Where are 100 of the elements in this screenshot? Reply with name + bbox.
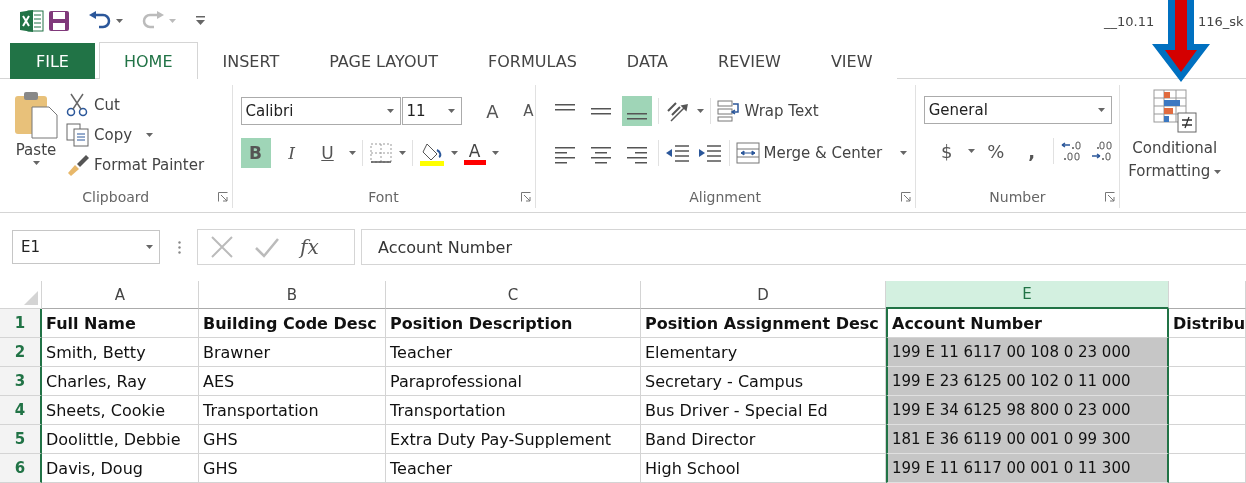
increase-decimal-icon[interactable]	[1089, 140, 1114, 162]
table-cell: Davis, Doug	[42, 454, 199, 483]
table-cell: 199 E 23 6125 00 102 0 11 000	[886, 367, 1169, 396]
caret-icon	[146, 245, 153, 249]
caret-icon	[1097, 108, 1105, 112]
bold-button[interactable]: B	[240, 138, 271, 168]
save-icon[interactable]	[48, 10, 70, 32]
column-header[interactable]: A	[42, 281, 199, 309]
table-cell: Charles, Ray	[42, 367, 199, 396]
caret-icon[interactable]	[900, 151, 908, 155]
header-cell: Distribu	[1169, 309, 1246, 338]
drag-handle-icon[interactable]	[178, 240, 181, 254]
increase-indent-icon[interactable]	[696, 143, 723, 163]
table-cell: Brawner	[199, 338, 386, 367]
table-cell: GHS	[199, 425, 386, 454]
caret-icon[interactable]	[491, 151, 499, 155]
copy-button[interactable]: Copy	[66, 123, 133, 147]
table-cell: Doolittle, Debbie	[42, 425, 199, 454]
caret-icon[interactable]	[967, 149, 975, 153]
column-header[interactable]: C	[386, 281, 641, 309]
column-header[interactable]: B	[199, 281, 386, 309]
redo-icon	[141, 11, 165, 31]
merge-cells-icon	[735, 142, 760, 164]
currency-button[interactable]: $	[931, 136, 962, 166]
caret-icon[interactable]	[696, 109, 704, 113]
header-cell: Position Description	[386, 309, 641, 338]
customize-icon[interactable]	[196, 16, 205, 26]
font-color-button[interactable]: A	[463, 141, 486, 165]
merge-center-button[interactable]: Merge & Center	[735, 142, 883, 164]
caret-icon	[386, 109, 394, 113]
caret-icon	[1214, 169, 1222, 174]
row-header[interactable]: 6	[0, 454, 42, 483]
table-cell: Bus Driver - Special Ed	[641, 396, 886, 425]
underline-button[interactable]: U	[312, 138, 343, 168]
shrink-font-button[interactable]: A	[513, 96, 544, 126]
paintbrush-icon	[66, 153, 90, 177]
spreadsheet-logo-icon[interactable]	[20, 9, 44, 33]
table-cell: Sheets, Cookie	[42, 396, 199, 425]
format-painter-button[interactable]: Format Painter	[66, 153, 205, 177]
italic-button[interactable]: I	[276, 138, 307, 168]
conditional-formatting-button[interactable]: Conditional Formatting	[1120, 85, 1222, 208]
number-format-dropdown[interactable]: General	[923, 96, 1112, 124]
cut-button[interactable]: Cut	[66, 93, 205, 117]
column-header[interactable]: E	[886, 281, 1169, 309]
dialog-launcher-icon[interactable]	[217, 192, 228, 202]
insert-function-button[interactable]: fx	[300, 235, 319, 259]
decrease-indent-icon[interactable]	[664, 143, 691, 163]
caret-icon	[32, 161, 40, 165]
formula-field[interactable]: Account Number	[361, 229, 1246, 265]
table-cell: Transportation	[199, 396, 386, 425]
ribbon-tab[interactable]: HOME	[98, 42, 198, 79]
caret-icon[interactable]	[116, 19, 123, 23]
dialog-launcher-icon[interactable]	[1105, 192, 1116, 202]
dialog-launcher-icon[interactable]	[520, 192, 531, 202]
caret-icon[interactable]	[450, 151, 458, 155]
row-header[interactable]: 1	[0, 309, 42, 338]
table-cell: Elementary	[641, 338, 886, 367]
paste-button[interactable]: Paste	[0, 85, 66, 186]
decrease-decimal-icon[interactable]	[1059, 140, 1084, 162]
table-cell: Teacher	[386, 454, 641, 483]
check-icon[interactable]	[254, 236, 280, 258]
font-name-dropdown[interactable]: Calibri	[240, 97, 401, 125]
file-tab[interactable]: FILE	[10, 43, 95, 79]
scissors-icon	[66, 93, 90, 117]
percent-button[interactable]: %	[980, 136, 1011, 166]
window-title: 116_sk	[1198, 14, 1244, 29]
header-cell: Building Code Desc	[199, 309, 386, 338]
table-cell: Paraprofessional	[386, 367, 641, 396]
caret-icon	[447, 109, 455, 113]
table-cell: Secretary - Campus	[641, 367, 886, 396]
table-cell: Transportation	[386, 396, 641, 425]
group-label: Clipboard	[82, 189, 150, 205]
dialog-launcher-icon[interactable]	[900, 192, 911, 202]
table-cell: 199 E 11 6117 00 108 0 23 000	[886, 338, 1169, 367]
caret-icon[interactable]	[146, 133, 154, 137]
borders-icon[interactable]	[368, 142, 393, 164]
caret-icon[interactable]	[398, 151, 406, 155]
name-box[interactable]: E1	[12, 230, 160, 264]
column-header[interactable]: D	[641, 281, 886, 309]
font-size-dropdown[interactable]: 11	[401, 97, 462, 125]
table-bars-icon	[1152, 89, 1197, 133]
header-cell: Position Assignment Desc	[641, 309, 886, 338]
caret-icon	[169, 19, 176, 23]
group-label: Alignment	[689, 189, 761, 205]
row-header[interactable]: 5	[0, 425, 42, 454]
grow-font-button[interactable]: A	[477, 96, 508, 126]
clipboard-icon	[14, 91, 58, 139]
window-title: __10.11	[1104, 14, 1155, 29]
row-header[interactable]: 2	[0, 338, 42, 367]
caret-icon[interactable]	[348, 151, 356, 155]
table-cell: 181 E 36 6119 00 001 0 99 300	[886, 425, 1169, 454]
group-label: Number	[989, 189, 1046, 205]
wrap-text-button[interactable]: Wrap Text	[716, 100, 819, 122]
table-cell: Smith, Betty	[42, 338, 199, 367]
comma-style-button[interactable]: ,	[1016, 136, 1047, 166]
copy-icon	[66, 123, 90, 147]
undo-icon[interactable]	[88, 11, 112, 31]
row-header[interactable]: 4	[0, 396, 42, 425]
table-cell: 199 E 34 6125 98 800 0 23 000	[886, 396, 1169, 425]
row-header[interactable]: 3	[0, 367, 42, 396]
